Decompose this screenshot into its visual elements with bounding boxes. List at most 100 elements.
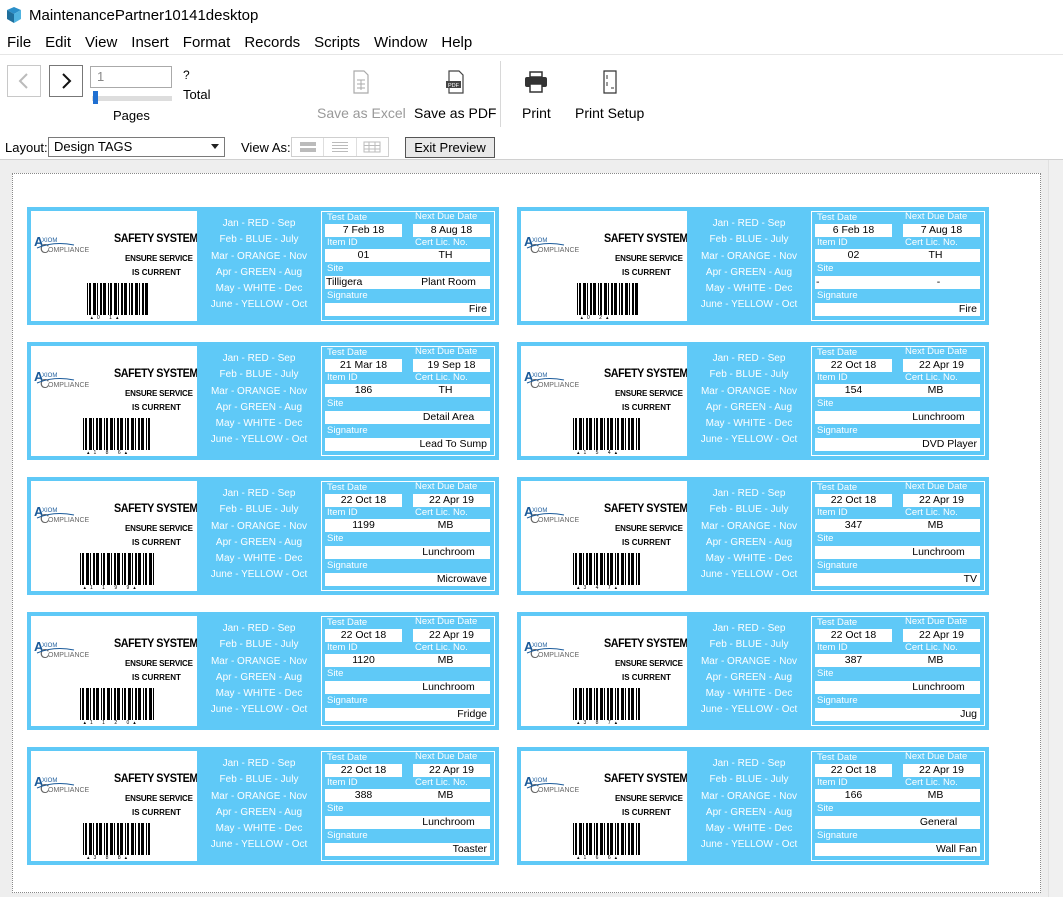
cert-lic-label: Cert Lic. No. <box>415 507 468 518</box>
next-due-value: 8 Aug 18 <box>413 224 490 237</box>
page-slider-track[interactable] <box>92 96 172 101</box>
menu-records[interactable]: Records <box>237 34 307 51</box>
save-as-pdf-button[interactable]: PDF Save as PDF <box>414 69 496 121</box>
menu-edit[interactable]: Edit <box>38 34 78 51</box>
save-as-excel-label: Save as Excel <box>317 105 406 121</box>
menu-help[interactable]: Help <box>434 34 479 51</box>
month-color-row: Apr - GREEN - Aug <box>705 401 793 413</box>
month-color-row: May - WHITE - Dec <box>705 688 793 700</box>
month-color-row: Jan - RED - Sep <box>222 623 296 634</box>
tag-fields: Test Date Next Due Date 22 Oct 18 22 Apr 19… <box>321 751 495 861</box>
signature-label: Signature <box>817 425 858 436</box>
month-color-row: Apr - GREEN - Aug <box>215 671 303 683</box>
site-right-value: Lunchroom <box>912 411 965 423</box>
cert-lic-value: MB <box>891 519 980 532</box>
cert-lic-value: MB <box>401 654 490 667</box>
print-setup-button[interactable]: Print Setup <box>575 69 644 121</box>
menu-file[interactable]: File <box>0 34 38 51</box>
cert-lic-value: TH <box>401 384 490 397</box>
ensure-service-text: ENSURE SERVICE <box>125 389 193 398</box>
month-color-row: Apr - GREEN - Aug <box>215 536 303 548</box>
form-view-icon <box>299 142 316 152</box>
barcode-number: ▴3 8 7▴ <box>577 720 622 726</box>
axiom-compliance-logo: AXIOMCOMPLIANCE <box>524 370 580 391</box>
next-due-value: 22 Apr 19 <box>413 494 490 507</box>
site-value: Lunchroom <box>815 546 980 559</box>
is-current-text: IS CURRENT <box>622 403 671 412</box>
vertical-scrollbar[interactable] <box>1048 160 1063 897</box>
layout-bar: Layout: Design TAGS View As: Exit Previe… <box>0 131 1063 160</box>
view-as-form-button[interactable] <box>292 138 325 156</box>
page-slider-thumb[interactable] <box>93 91 98 104</box>
menu-window[interactable]: Window <box>367 34 434 51</box>
view-as-table-button[interactable] <box>357 138 388 156</box>
safety-tag: A XIOM C OMPLIANCE SAFETY SYSTEM ENSURE SERVI… <box>27 207 499 325</box>
app-icon <box>7 7 21 23</box>
signature-value: TV <box>815 573 980 586</box>
site-right-value: - <box>936 276 941 288</box>
menu-view[interactable]: View <box>78 34 124 51</box>
month-color-row: Feb - BLUE - July <box>709 369 789 381</box>
tag-fields: Test Date Next Due Date 7 Feb 18 8 Aug 18 It… <box>321 211 495 321</box>
month-color-row: Mar - ORANGE - Nov <box>700 250 798 262</box>
site-label: Site <box>817 263 834 274</box>
ensure-service-text: ENSURE SERVICE <box>615 794 683 803</box>
exit-preview-button[interactable]: Exit Preview <box>405 137 495 158</box>
month-color-row: Jan - RED - Sep <box>712 758 786 769</box>
menu-insert[interactable]: Insert <box>124 34 176 51</box>
barcode-number: ▴3 4 7▴ <box>577 585 622 591</box>
axiom-compliance-logo: AXIOMCOMPLIANCE <box>34 775 90 796</box>
menu-scripts[interactable]: Scripts <box>307 34 367 51</box>
test-date-value: 7 Feb 18 <box>325 224 402 237</box>
month-color-row: Mar - ORANGE - Nov <box>210 385 308 397</box>
site-value: -- <box>815 276 980 289</box>
test-date-value: 21 Mar 18 <box>325 359 402 372</box>
item-id-label: Item ID <box>327 237 358 248</box>
signature-label: Signature <box>817 560 858 571</box>
test-date-value: 22 Oct 18 <box>325 494 402 507</box>
next-due-label: Next Due Date <box>415 211 478 222</box>
month-color-row: Jan - RED - Sep <box>222 488 296 499</box>
print-label: Print <box>522 105 551 121</box>
test-date-label: Test Date <box>817 617 858 628</box>
save-as-excel-button[interactable]: Save as Excel <box>317 69 406 121</box>
site-value: Lunchroom <box>325 816 490 829</box>
layout-select[interactable]: Design TAGS <box>48 137 225 157</box>
previous-page-button[interactable] <box>7 65 41 97</box>
site-right-value: Lunchroom <box>422 816 475 828</box>
next-due-value: 22 Apr 19 <box>903 629 980 642</box>
is-current-text: IS CURRENT <box>132 808 181 817</box>
item-id-label: Item ID <box>327 372 358 383</box>
ensure-service-text: ENSURE SERVICE <box>125 659 193 668</box>
test-date-label: Test Date <box>817 752 858 763</box>
month-color-legend: Jan - RED - Sep Feb - BLUE - July Mar - OR… <box>205 486 313 584</box>
item-id-value: 154 <box>815 384 892 397</box>
is-current-text: IS CURRENT <box>622 808 671 817</box>
tag-label-panel: A XIOM C OMPLIANCE SAFETY SYSTEM ENSURE SERVI… <box>521 616 687 726</box>
safety-system-heading: SAFETY SYSTEM <box>604 501 687 515</box>
month-color-row: Mar - ORANGE - Nov <box>210 655 308 667</box>
month-color-row: Feb - BLUE - July <box>709 774 789 786</box>
view-as-list-button[interactable] <box>324 138 357 156</box>
signature-value: Fire <box>815 303 980 316</box>
item-id-value: 347 <box>815 519 892 532</box>
barcode-number: ▴3 8 8▴ <box>87 855 132 861</box>
cert-lic-label: Cert Lic. No. <box>415 237 468 248</box>
next-page-button[interactable] <box>49 65 83 97</box>
window-title: MaintenancePartner10141desktop <box>29 6 259 24</box>
signature-label: Signature <box>817 290 858 301</box>
pdf-file-icon: PDF <box>446 70 464 94</box>
svg-text:PDF: PDF <box>448 83 460 89</box>
next-due-value: 22 Apr 19 <box>903 494 980 507</box>
print-button[interactable]: Print <box>522 69 551 121</box>
safety-tag: A XIOM C OMPLIANCE SAFETY SYSTEM ENSURE SERVI… <box>517 747 989 865</box>
menu-format[interactable]: Format <box>176 34 238 51</box>
print-setup-label: Print Setup <box>575 105 645 121</box>
cert-lic-label: Cert Lic. No. <box>905 507 958 518</box>
page-number-input[interactable]: 1 <box>90 66 172 88</box>
month-color-row: June - YELLOW - Oct <box>210 434 308 446</box>
signature-value: Lead To Sump <box>325 438 490 451</box>
item-id-value: 01 <box>325 249 402 262</box>
month-color-row: May - WHITE - Dec <box>705 823 793 835</box>
next-due-value: 19 Sep 18 <box>413 359 490 372</box>
